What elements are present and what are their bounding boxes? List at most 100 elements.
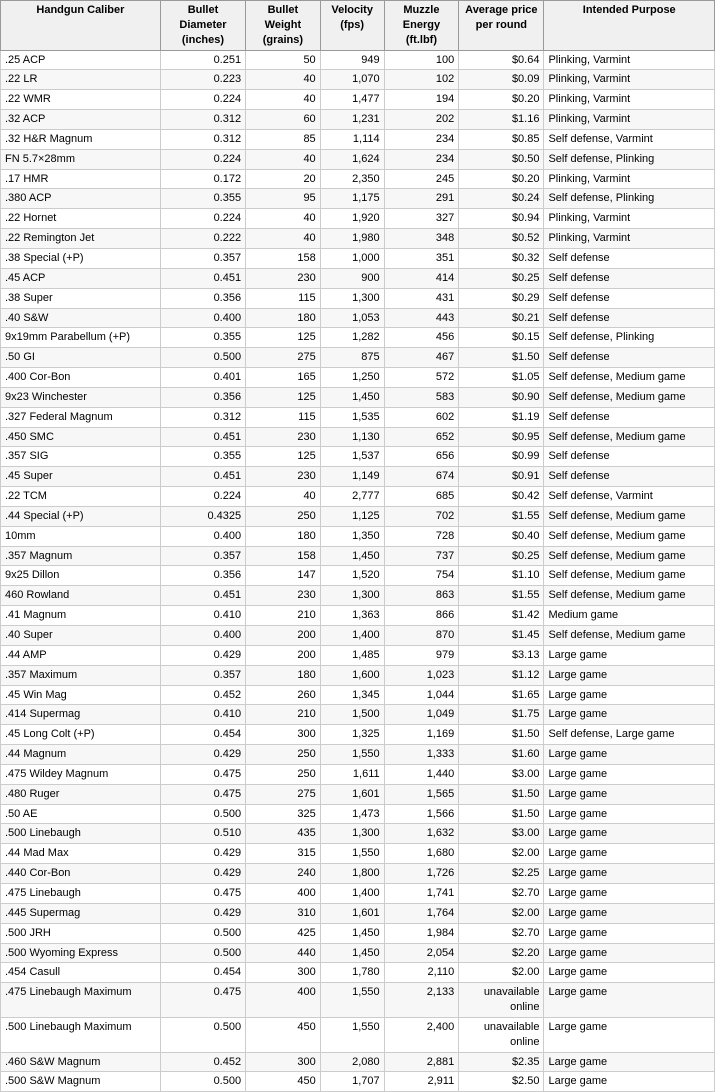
table-cell: 0.452 — [160, 685, 245, 705]
table-cell: $0.29 — [459, 288, 544, 308]
table-cell: 210 — [246, 606, 321, 626]
table-cell: .50 AE — [1, 804, 161, 824]
table-cell: 0.500 — [160, 348, 245, 368]
table-cell: .44 Magnum — [1, 745, 161, 765]
table-row: .45 Long Colt (+P)0.4543001,3251,169$1.5… — [1, 725, 715, 745]
table-cell: .400 Cor-Bon — [1, 368, 161, 388]
table-cell: Self defense — [544, 447, 715, 467]
table-cell: Large game — [544, 1052, 715, 1072]
table-cell: 210 — [246, 705, 321, 725]
table-cell: 300 — [246, 725, 321, 745]
table-cell: 656 — [384, 447, 459, 467]
table-cell: .480 Ruger — [1, 784, 161, 804]
col-header-velocity: Velocity (fps) — [320, 1, 384, 51]
table-cell: .460 S&W Magnum — [1, 1052, 161, 1072]
table-cell: 0.356 — [160, 387, 245, 407]
table-cell: .25 ACP — [1, 50, 161, 70]
table-cell: $1.50 — [459, 804, 544, 824]
table-cell: .445 Supermag — [1, 903, 161, 923]
table-cell: 1,450 — [320, 387, 384, 407]
table-cell: 949 — [320, 50, 384, 70]
table-cell: .22 LR — [1, 70, 161, 90]
table-cell: 0.451 — [160, 586, 245, 606]
table-cell: .22 WMR — [1, 90, 161, 110]
table-cell: $0.20 — [459, 169, 544, 189]
table-row: 460 Rowland0.4512301,300863$1.55Self def… — [1, 586, 715, 606]
table-cell: 2,350 — [320, 169, 384, 189]
table-cell: .45 Long Colt (+P) — [1, 725, 161, 745]
table-cell: 875 — [320, 348, 384, 368]
table-cell: 9x23 Winchester — [1, 387, 161, 407]
table-cell: $1.16 — [459, 110, 544, 130]
table-row: .38 Special (+P)0.3571581,000351$0.32Sel… — [1, 248, 715, 268]
table-cell: 0.410 — [160, 606, 245, 626]
table-cell: 95 — [246, 189, 321, 209]
table-cell: 40 — [246, 209, 321, 229]
table-cell: 652 — [384, 427, 459, 447]
table-cell: $3.13 — [459, 645, 544, 665]
table-cell: 1,149 — [320, 467, 384, 487]
table-cell: 685 — [384, 487, 459, 507]
table-cell: 40 — [246, 90, 321, 110]
table-cell: 0.172 — [160, 169, 245, 189]
table-cell: $1.65 — [459, 685, 544, 705]
table-row: .357 SIG0.3551251,537656$0.99Self defens… — [1, 447, 715, 467]
table-cell: Self defense, Medium game — [544, 427, 715, 447]
table-cell: 275 — [246, 784, 321, 804]
table-row: .41 Magnum0.4102101,363866$1.42Medium ga… — [1, 606, 715, 626]
table-cell: 1,601 — [320, 784, 384, 804]
table-row: .22 TCM0.224402,777685$0.42Self defense,… — [1, 487, 715, 507]
table-cell: 0.429 — [160, 864, 245, 884]
table-cell: .440 Cor-Bon — [1, 864, 161, 884]
table-cell: 0.224 — [160, 149, 245, 169]
table-row: .400 Cor-Bon0.4011651,250572$1.05Self de… — [1, 368, 715, 388]
table-cell: 325 — [246, 804, 321, 824]
table-row: .500 Linebaugh Maximum0.5004501,5502,400… — [1, 1017, 715, 1052]
table-cell: 0.475 — [160, 883, 245, 903]
table-row: .414 Supermag0.4102101,5001,049$1.75Larg… — [1, 705, 715, 725]
table-cell: 0.355 — [160, 447, 245, 467]
table-cell: $0.91 — [459, 467, 544, 487]
table-cell: Large game — [544, 745, 715, 765]
table-cell: .44 AMP — [1, 645, 161, 665]
table-cell: Plinking, Varmint — [544, 229, 715, 249]
table-cell: 1,400 — [320, 883, 384, 903]
table-cell: 180 — [246, 526, 321, 546]
table-cell: 674 — [384, 467, 459, 487]
table-cell: .357 SIG — [1, 447, 161, 467]
table-cell: 1,350 — [320, 526, 384, 546]
table-cell: $3.00 — [459, 764, 544, 784]
table-row: .40 Super0.4002001,400870$1.45Self defen… — [1, 626, 715, 646]
table-row: .44 Mad Max0.4293151,5501,680$2.00Large … — [1, 844, 715, 864]
table-cell: .45 ACP — [1, 268, 161, 288]
table-row: .480 Ruger0.4752751,6011,565$1.50Large g… — [1, 784, 715, 804]
table-cell: 0.454 — [160, 725, 245, 745]
table-cell: 0.475 — [160, 983, 245, 1018]
table-cell: .45 Super — [1, 467, 161, 487]
table-cell: $1.45 — [459, 626, 544, 646]
table-cell: 1,044 — [384, 685, 459, 705]
table-cell: 234 — [384, 149, 459, 169]
table-cell: .357 Magnum — [1, 546, 161, 566]
table-cell: Large game — [544, 705, 715, 725]
table-cell: .475 Linebaugh Maximum — [1, 983, 161, 1018]
table-cell: 0.475 — [160, 784, 245, 804]
table-cell: $2.00 — [459, 963, 544, 983]
table-cell: $0.52 — [459, 229, 544, 249]
table-cell: 351 — [384, 248, 459, 268]
table-cell: 1,537 — [320, 447, 384, 467]
table-cell: $0.21 — [459, 308, 544, 328]
table-cell: Plinking, Varmint — [544, 110, 715, 130]
table-cell: 0.500 — [160, 923, 245, 943]
table-cell: $0.90 — [459, 387, 544, 407]
table-cell: 440 — [246, 943, 321, 963]
table-cell: Large game — [544, 983, 715, 1018]
table-cell: 1,741 — [384, 883, 459, 903]
table-cell: Large game — [544, 943, 715, 963]
table-cell: .50 GI — [1, 348, 161, 368]
table-body: .25 ACP0.25150949100$0.64Plinking, Varmi… — [1, 50, 715, 1092]
table-cell: .327 Federal Magnum — [1, 407, 161, 427]
table-cell: Self defense, Plinking — [544, 189, 715, 209]
table-cell: Self defense — [544, 288, 715, 308]
table-cell: 0.400 — [160, 526, 245, 546]
